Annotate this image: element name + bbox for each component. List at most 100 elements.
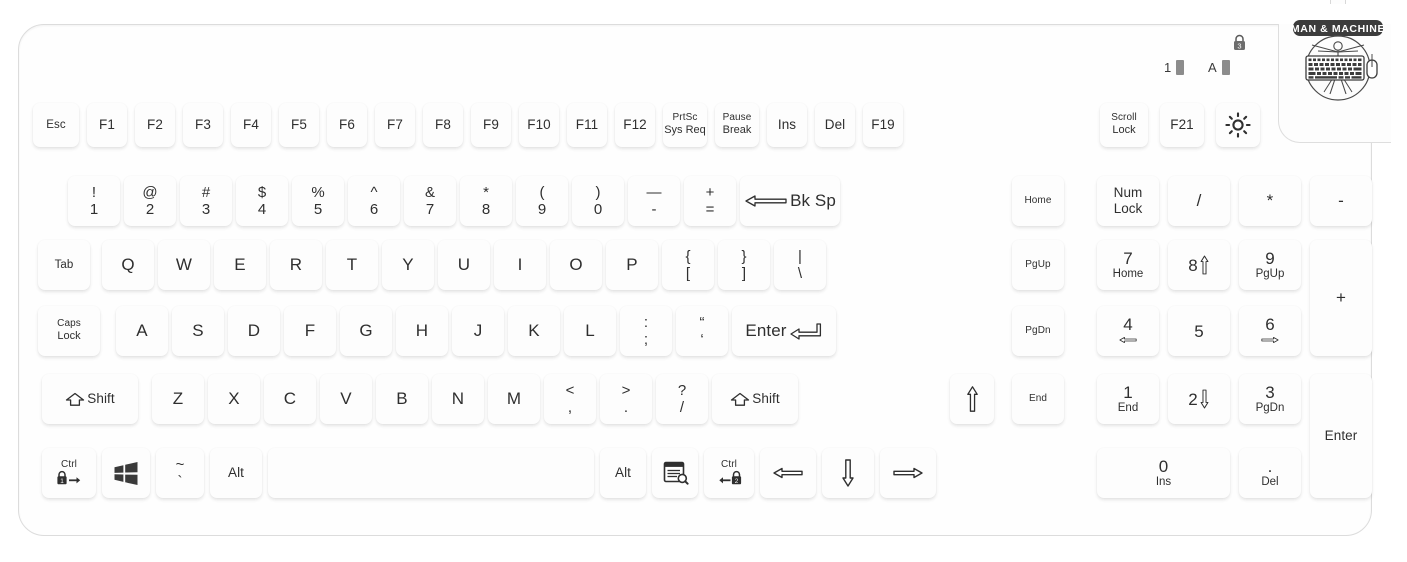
key-l[interactable]: L — [564, 306, 616, 356]
key-pgdn[interactable]: PgDn — [1012, 306, 1064, 356]
numpad-enter[interactable]: Enter — [1310, 374, 1372, 498]
key-scroll[interactable]: Scroll Lock — [1100, 103, 1148, 147]
right-arrow-key[interactable] — [880, 448, 936, 498]
right-ctrl-key[interactable]: Ctrl 2 — [704, 448, 754, 498]
key-pause[interactable]: Pause Break — [715, 103, 759, 147]
key-end[interactable]: End — [1012, 374, 1064, 424]
key-f[interactable]: F — [284, 306, 336, 356]
key-c[interactable]: C — [264, 374, 316, 424]
key-0[interactable]: ) 0 — [572, 176, 624, 226]
key-h[interactable]: H — [396, 306, 448, 356]
key-8[interactable]: * 8 — [460, 176, 512, 226]
key-g[interactable]: G — [340, 306, 392, 356]
key-period[interactable]: >. — [600, 374, 652, 424]
key-f5[interactable]: F5 — [279, 103, 319, 147]
key-esc[interactable]: Esc — [33, 103, 79, 147]
key-del[interactable]: Del — [815, 103, 855, 147]
key-3[interactable]: #3 — [180, 176, 232, 226]
numpad-8[interactable]: 8 — [1168, 240, 1230, 290]
key-bracket-right[interactable]: }] — [718, 240, 770, 290]
numpad-5[interactable]: 5 — [1168, 306, 1230, 356]
key-f21[interactable]: F21 — [1160, 103, 1204, 147]
key-k[interactable]: K — [508, 306, 560, 356]
key-slash[interactable]: ? / — [656, 374, 708, 424]
key-shift-left[interactable]: Shift — [42, 374, 138, 424]
key-home[interactable]: Home — [1012, 176, 1064, 226]
numpad-decimal[interactable]: . Del — [1239, 448, 1301, 498]
key-f7[interactable]: F7 — [375, 103, 415, 147]
key-x[interactable]: X — [208, 374, 260, 424]
key-r[interactable]: R — [270, 240, 322, 290]
key-f6[interactable]: F6 — [327, 103, 367, 147]
key-semicolon[interactable]: :; — [620, 306, 672, 356]
key-6[interactable]: ^ 6 — [348, 176, 400, 226]
key-7[interactable]: & 7 — [404, 176, 456, 226]
key-bracket-left[interactable]: {[ — [662, 240, 714, 290]
numpad-divide[interactable]: / — [1168, 176, 1230, 226]
key-ins[interactable]: Ins — [767, 103, 807, 147]
key-f4[interactable]: F4 — [231, 103, 271, 147]
key-f19[interactable]: F19 — [863, 103, 903, 147]
numpad-num-lock[interactable]: Num Lock — [1097, 176, 1159, 226]
down-arrow-key[interactable] — [822, 448, 874, 498]
key-f3[interactable]: F3 — [183, 103, 223, 147]
key-q[interactable]: Q — [102, 240, 154, 290]
left-arrow-key[interactable] — [760, 448, 816, 498]
key-backspace[interactable]: Bk Sp — [740, 176, 840, 226]
key-m[interactable]: M — [488, 374, 540, 424]
key-quote[interactable]: “‘ — [676, 306, 728, 356]
key-key[interactable]: — - — [628, 176, 680, 226]
key-j[interactable]: J — [452, 306, 504, 356]
key-n[interactable]: N — [432, 374, 484, 424]
key-2[interactable]: @2 — [124, 176, 176, 226]
key-f12[interactable]: F12 — [615, 103, 655, 147]
key-f8[interactable]: F8 — [423, 103, 463, 147]
left-alt-key[interactable]: Alt — [210, 448, 262, 498]
key-4[interactable]: $4 — [236, 176, 288, 226]
left-ctrl-key[interactable]: Ctrl 1 — [42, 448, 96, 498]
key-pgup[interactable]: PgUp — [1012, 240, 1064, 290]
key-f9[interactable]: F9 — [471, 103, 511, 147]
key-w[interactable]: W — [158, 240, 210, 290]
key-up-arrow[interactable] — [950, 374, 994, 424]
key-caps-lock[interactable]: Caps Lock — [38, 306, 100, 356]
numpad-7[interactable]: 7 Home — [1097, 240, 1159, 290]
key-5[interactable]: % 5 — [292, 176, 344, 226]
key-comma[interactable]: <, — [544, 374, 596, 424]
key-a[interactable]: A — [116, 306, 168, 356]
key-key[interactable]: + = — [684, 176, 736, 226]
key-t[interactable]: T — [326, 240, 378, 290]
key-backslash[interactable]: | \ — [774, 240, 826, 290]
right-alt-key[interactable]: Alt — [600, 448, 646, 498]
numpad-1[interactable]: 1 End — [1097, 374, 1159, 424]
key-i[interactable]: I — [494, 240, 546, 290]
key-e[interactable]: E — [214, 240, 266, 290]
key-brightness[interactable] — [1216, 103, 1260, 147]
key-tab[interactable]: Tab — [38, 240, 90, 290]
key-9[interactable]: (9 — [516, 176, 568, 226]
space-key[interactable] — [268, 448, 594, 498]
key-o[interactable]: O — [550, 240, 602, 290]
key-enter[interactable]: Enter — [732, 306, 836, 356]
key-p[interactable]: P — [606, 240, 658, 290]
numpad-6[interactable]: 6 — [1239, 306, 1301, 356]
numpad-add[interactable]: + — [1310, 240, 1372, 356]
numpad-3[interactable]: 3 PgDn — [1239, 374, 1301, 424]
key-f10[interactable]: F10 — [519, 103, 559, 147]
key-y[interactable]: Y — [382, 240, 434, 290]
numpad-subtract[interactable]: - — [1310, 176, 1372, 226]
numpad-2[interactable]: 2 — [1168, 374, 1230, 424]
key-b[interactable]: B — [376, 374, 428, 424]
numpad-9[interactable]: 9 PgUp — [1239, 240, 1301, 290]
key-u[interactable]: U — [438, 240, 490, 290]
menu-key[interactable] — [652, 448, 698, 498]
tilde-key[interactable]: ~ ` — [156, 448, 204, 498]
key-1[interactable]: ! 1 — [68, 176, 120, 226]
numpad-multiply[interactable]: * — [1239, 176, 1301, 226]
key-z[interactable]: Z — [152, 374, 204, 424]
numpad-0[interactable]: 0 Ins — [1097, 448, 1230, 498]
key-shift-right[interactable]: Shift — [712, 374, 798, 424]
key-f2[interactable]: F2 — [135, 103, 175, 147]
key-prtsc[interactable]: PrtSc Sys Req — [663, 103, 707, 147]
windows-key[interactable] — [102, 448, 150, 498]
